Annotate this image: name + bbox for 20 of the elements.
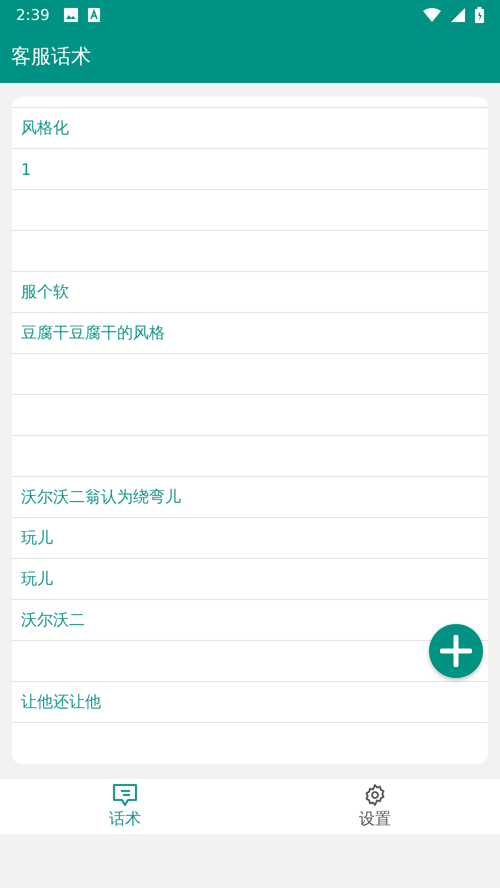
list-item[interactable]: 风格化 <box>12 107 488 148</box>
settings-icon <box>363 783 387 807</box>
signal-icon <box>451 8 465 22</box>
list-item[interactable]: 玩儿 <box>12 558 488 599</box>
battery-icon <box>475 7 484 23</box>
chat-icon <box>112 783 138 807</box>
list-item[interactable]: 服个软 <box>12 271 488 312</box>
list-item[interactable]: 豆腐干豆腐干的风格 <box>12 312 488 353</box>
app-title: 客服话术 <box>11 43 91 70</box>
image-icon <box>64 8 78 22</box>
list-item[interactable]: 沃尔沃二翁认为绕弯儿 <box>12 476 488 517</box>
nav-tab[interactable]: 话术 <box>0 779 250 834</box>
plus-icon <box>440 635 472 667</box>
list-item[interactable]: 1 <box>12 148 488 189</box>
wifi-icon <box>423 8 441 22</box>
status-time: 2:39 <box>16 6 50 24</box>
nav-tab[interactable]: 设置 <box>250 779 500 834</box>
list-item[interactable]: 玩儿 <box>12 517 488 558</box>
list-item[interactable]: 让他还让他 <box>12 681 488 722</box>
text-icon <box>88 8 100 22</box>
